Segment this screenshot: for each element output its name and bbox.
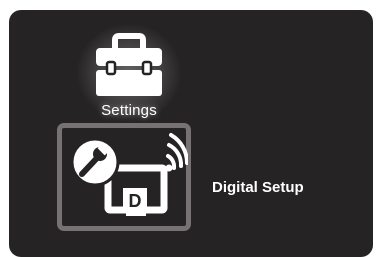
menu-item-digital-setup[interactable]: D [57,123,191,231]
menu-item-settings[interactable]: Settings [69,20,189,124]
digital-setup-label: Digital Setup [212,179,304,196]
settings-label: Settings [101,102,157,119]
digital-setup-icon: D [70,133,188,216]
tv-menu-screen: Settings D Digital Setup [9,10,373,257]
toolbox-icon [96,33,162,96]
digital-badge-letter: D [129,191,142,211]
